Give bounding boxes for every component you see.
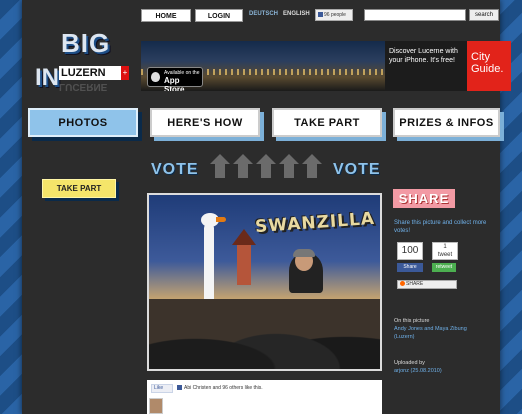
facebook-share-button[interactable]: Share: [397, 263, 423, 272]
logo-luzern-text: LUZERN: [59, 66, 121, 80]
share-description: Share this picture and collect more vote…: [394, 220, 487, 234]
lang-deutsch-link[interactable]: DEUTSCH: [249, 11, 278, 17]
page-background: HOME LOGIN DEUTSCH ENGLISH 96 people sea…: [0, 0, 522, 414]
swiss-flag-icon: +: [121, 66, 129, 80]
addthis-icon: [400, 281, 405, 287]
share-heading: SHARE: [393, 189, 455, 208]
pictured-people-link[interactable]: Andy Jones and Maya Zibung: [394, 326, 467, 333]
facebook-icon: [177, 385, 182, 391]
app-store-text: App Store: [164, 76, 185, 91]
pictured-location: (Luzern): [394, 334, 415, 340]
facebook-share-count: 100: [397, 242, 423, 260]
logo-reflection-text: LUCERNE: [59, 81, 108, 92]
on-picture-label: On this picture: [394, 318, 430, 324]
logo-in-text: IN: [35, 64, 59, 91]
facebook-like-text: Abi Christen and 96 others like this.: [177, 385, 263, 391]
vote-arrow-icon[interactable]: [279, 154, 299, 178]
app-store-badge[interactable]: Available on the App Store: [147, 67, 203, 91]
tower-roof: [232, 229, 256, 245]
facebook-like-button[interactable]: Like: [151, 384, 173, 393]
addthis-label: SHARE: [406, 281, 424, 287]
vote-label-left: VOTE: [151, 161, 199, 178]
uploader-link[interactable]: arjonz (25.08.2010): [394, 368, 442, 375]
lang-english-link[interactable]: ENGLISH: [283, 11, 310, 17]
like-count: 96 people: [324, 12, 346, 18]
tab-heres-how[interactable]: HERE'S HOW: [150, 108, 260, 137]
city-guide-banner[interactable]: Available on the App Store Discover Luce…: [141, 41, 511, 91]
tab-photos[interactable]: PHOTOS: [28, 108, 138, 137]
uploaded-by-label: Uploaded by: [394, 360, 425, 366]
vote-arrow-icon[interactable]: [302, 154, 322, 178]
vote-arrow-icon[interactable]: [210, 154, 230, 178]
photo-caption: SWANZILLA: [254, 208, 376, 238]
retweet-button[interactable]: retweet: [432, 263, 456, 272]
swan-beak: [216, 217, 226, 222]
home-button[interactable]: HOME: [141, 9, 191, 22]
tab-take-part[interactable]: TAKE PART: [272, 108, 382, 137]
search-input[interactable]: [364, 9, 466, 21]
water-tower: [237, 245, 251, 285]
tweet-count: 1 tweet: [432, 242, 458, 260]
search-button[interactable]: search: [469, 9, 499, 21]
facebook-like-box[interactable]: 96 people: [315, 9, 353, 21]
vote-arrow-icon[interactable]: [256, 154, 276, 178]
facebook-like-sentence: Abi Christen and 96 others like this.: [184, 385, 263, 391]
contest-photo[interactable]: SWANZILLA: [147, 193, 382, 371]
tweet-count-label: tweet: [437, 252, 453, 258]
avatar[interactable]: [149, 398, 163, 414]
apple-icon: [151, 72, 160, 82]
man-cap: [293, 249, 315, 257]
big-in-luzern-logo[interactable]: BIG IN LUZERN + LUCERNE: [35, 28, 129, 94]
city-guide-logo: City Guide.: [467, 41, 511, 91]
take-part-button[interactable]: TAKE PART: [42, 179, 116, 198]
logo-big-text: BIG: [61, 28, 111, 58]
login-button[interactable]: LOGIN: [195, 9, 243, 22]
addthis-share-button[interactable]: SHARE: [397, 280, 457, 289]
banner-promo-text: Discover Lucerne with your iPhone. It's …: [385, 41, 467, 91]
vote-arrow-icon[interactable]: [233, 154, 253, 178]
facebook-comments-area: Like Abi Christen and 96 others like thi…: [147, 380, 382, 414]
tab-prizes-infos[interactable]: PRIZES & INFOS: [393, 108, 500, 137]
vote-label-right: VOTE: [333, 161, 381, 178]
thumbs-up-icon: [318, 12, 323, 18]
crowd: [149, 299, 380, 369]
tweet-count-number: 1: [443, 244, 447, 250]
